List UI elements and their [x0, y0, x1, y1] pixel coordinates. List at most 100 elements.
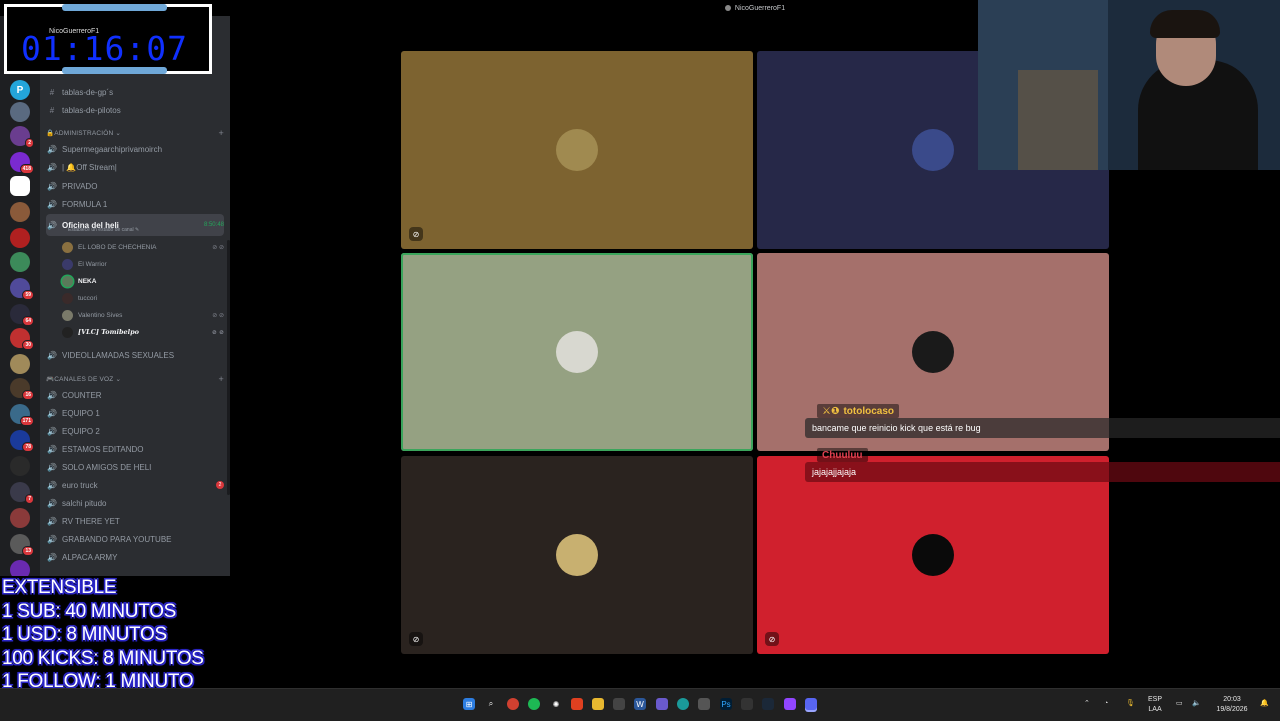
- timer-bar-top: [62, 4, 167, 11]
- app-icon[interactable]: [698, 698, 710, 710]
- chrome-icon[interactable]: [507, 698, 519, 710]
- participant-tile-speaking[interactable]: [401, 253, 753, 451]
- language-indicator[interactable]: ESP LAA: [1148, 695, 1162, 715]
- app-icon[interactable]: [741, 698, 753, 710]
- server-icon[interactable]: [10, 354, 30, 374]
- wifi-icon[interactable]: ▭: [1176, 699, 1183, 709]
- avatar: [62, 326, 73, 338]
- twitch-icon[interactable]: [784, 698, 796, 710]
- rule-line: 1 USD: 8 MINUTOS: [2, 624, 167, 645]
- unread-badge: 7: [25, 494, 34, 504]
- server-icon[interactable]: 78: [10, 430, 34, 452]
- voice-channel[interactable]: 🔊 COUNTER: [46, 387, 224, 403]
- text-channel-tablas-pilotos[interactable]: # tablas-de-pilotos: [46, 102, 224, 118]
- unread-badge: 78: [22, 442, 34, 452]
- steam-icon[interactable]: [762, 698, 774, 710]
- server-icon[interactable]: 13: [10, 534, 34, 556]
- speaker-icon: 🔊: [47, 199, 57, 209]
- server-icon[interactable]: 16: [10, 378, 34, 400]
- start-icon[interactable]: ⊞: [463, 698, 475, 710]
- subathon-rules-overlay: EXTENSIBLE 1 SUB: 40 MINUTOS 1 USD: 8 MI…: [0, 576, 230, 692]
- notifications-icon[interactable]: 🔔: [1260, 699, 1269, 709]
- server-icon[interactable]: 171: [10, 404, 34, 426]
- active-voice-channel[interactable]: 🔊 Oficina del heli 8:50:48 Establece un …: [46, 214, 224, 236]
- voice-member[interactable]: [VLC] Tomibelpo ⊘ ⊘: [62, 324, 224, 340]
- voice-channel[interactable]: 🔊 EQUIPO 1: [46, 405, 224, 421]
- avatar: [62, 258, 73, 270]
- clock[interactable]: 20:03 19/8/2026: [1212, 695, 1252, 715]
- photoshop-icon[interactable]: Ps: [720, 698, 732, 710]
- server-icon[interactable]: 7: [10, 482, 34, 504]
- avatar: [556, 129, 598, 171]
- avatar: [912, 534, 954, 576]
- voice-channel[interactable]: 🔊 euro truck 2: [46, 477, 224, 493]
- timer-bar-bottom: [62, 67, 167, 74]
- voice-channel[interactable]: 🔊 EQUIPO 2: [46, 423, 224, 439]
- voice-channel[interactable]: 🔊 GRABANDO PARA YOUTUBE: [46, 531, 224, 547]
- server-icon[interactable]: [10, 176, 30, 196]
- add-channel-icon[interactable]: +: [219, 128, 224, 138]
- discord-icon: [724, 5, 731, 11]
- category-administracion[interactable]: 🔒ADMINISTRACIÓN ⌄ +: [46, 125, 224, 141]
- channel-list-scrollbar[interactable]: [227, 240, 230, 495]
- participant-tile[interactable]: ⊘: [757, 456, 1109, 654]
- channel-status[interactable]: Establece un estado de canal ✎: [68, 227, 139, 233]
- microphone-icon[interactable]: 🎙: [1126, 699, 1135, 709]
- voice-member[interactable]: Valentino Sives ⊘ ⊘: [62, 307, 224, 323]
- category-canales-de-voz[interactable]: 🎮CANALES DE VOZ ⌄ +: [46, 371, 224, 387]
- search-icon[interactable]: ⌕: [485, 698, 497, 710]
- app-icon[interactable]: [613, 698, 625, 710]
- voice-member[interactable]: tuccori: [62, 290, 224, 306]
- network-icon[interactable]: ◔: [1104, 699, 1108, 709]
- server-icon[interactable]: P: [10, 80, 30, 100]
- brave-icon[interactable]: [571, 698, 583, 710]
- add-channel-icon[interactable]: +: [219, 374, 224, 384]
- participant-tile[interactable]: ⊘: [401, 51, 753, 249]
- voice-channel[interactable]: 🔊 FORMULA 1: [46, 196, 224, 212]
- word-icon[interactable]: W: [634, 698, 646, 710]
- text-channel-tablas-gp[interactable]: # tablas-de-gp´s: [46, 84, 224, 100]
- unread-badge: 64: [22, 316, 34, 326]
- voice-member[interactable]: NEKA: [62, 273, 224, 289]
- voice-channel[interactable]: 🔊 RV THERE YET: [46, 513, 224, 529]
- muted-icon: ⊘ ⊘: [211, 328, 224, 336]
- voice-channel[interactable]: 🔊 VIDEOLLAMADAS SEXUALES: [46, 347, 224, 363]
- unread-badge: 2: [25, 138, 34, 148]
- voice-channel[interactable]: 🔊 ALPACA ARMY: [46, 549, 224, 565]
- chevron-up-icon[interactable]: ⌃: [1084, 699, 1090, 709]
- server-icon[interactable]: 64: [10, 304, 34, 326]
- voice-channel[interactable]: 🔊 SOLO AMIGOS DE HELI: [46, 459, 224, 475]
- discord-icon[interactable]: [805, 698, 817, 710]
- edge-icon[interactable]: [677, 698, 689, 710]
- voice-channel[interactable]: 🔊 | 🔔Off Stream|: [46, 159, 224, 175]
- avatar: [62, 241, 73, 253]
- folder-icon[interactable]: [592, 698, 604, 710]
- call-duration: 8:50:48: [203, 222, 224, 228]
- server-icon[interactable]: 2: [10, 126, 34, 148]
- voice-channel[interactable]: 🔊 Supermegaarchiprivamoirch: [46, 141, 224, 157]
- app-icon[interactable]: [656, 698, 668, 710]
- server-icon[interactable]: [10, 508, 30, 528]
- server-icon[interactable]: 418: [10, 152, 34, 174]
- voice-channel[interactable]: 🔊 PRIVADO: [46, 178, 224, 194]
- spotify-icon[interactable]: [528, 698, 540, 710]
- openai-icon[interactable]: ✺: [550, 698, 562, 710]
- voice-channel[interactable]: 🔊 ESTAMOS EDITANDO: [46, 441, 224, 457]
- webcam-hair: [1150, 10, 1220, 38]
- voice-member[interactable]: EL LOBO DE CHECHENIA ⊘ ⊘: [62, 239, 224, 255]
- speaker-icon: 🔊: [47, 162, 57, 172]
- voice-channel[interactable]: 🔊 salchi pitudo: [46, 495, 224, 511]
- server-icon[interactable]: 59: [10, 278, 34, 300]
- voice-member[interactable]: El Warrior: [62, 256, 224, 272]
- server-icon[interactable]: [10, 102, 30, 122]
- rule-line: 1 SUB: 40 MINUTOS: [2, 600, 177, 622]
- server-icon[interactable]: [10, 456, 30, 476]
- server-icon[interactable]: [10, 202, 30, 222]
- server-icon[interactable]: 30: [10, 328, 34, 350]
- volume-icon[interactable]: 🔈: [1192, 699, 1201, 709]
- speaker-icon: 🔊: [47, 390, 57, 400]
- participant-tile[interactable]: ⊘: [401, 456, 753, 654]
- server-icon[interactable]: [10, 228, 30, 248]
- server-icon[interactable]: [10, 252, 30, 272]
- chat-badge-icon: ⚔❶: [822, 405, 840, 417]
